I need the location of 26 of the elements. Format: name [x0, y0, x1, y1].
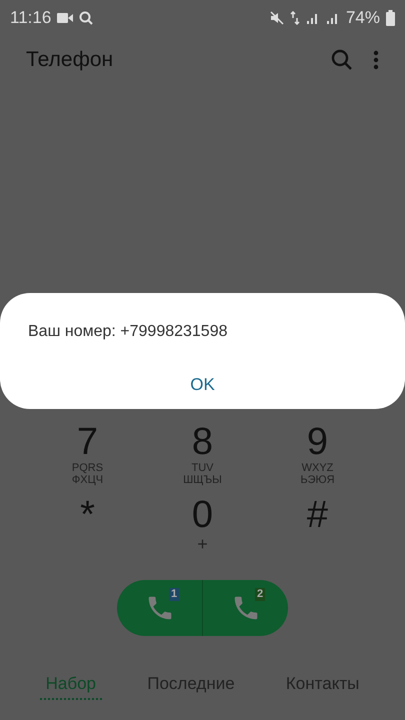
- ok-button[interactable]: OK: [178, 371, 227, 399]
- key-digit[interactable]: 9: [306, 422, 328, 462]
- status-time: 11:16: [10, 8, 52, 28]
- key-digit[interactable]: 8: [192, 422, 214, 462]
- data-arrows-icon: [290, 11, 300, 25]
- video-camera-icon: [57, 12, 74, 24]
- app-title: Телефон: [26, 48, 114, 72]
- search-icon[interactable]: [331, 49, 353, 71]
- key-digit[interactable]: *: [80, 495, 95, 535]
- key-sub-label: +: [197, 535, 208, 553]
- battery-icon: [386, 10, 395, 26]
- key-digit[interactable]: 0: [192, 495, 214, 535]
- dialog-message: Ваш номер: +79998231598: [28, 323, 228, 341]
- key-digit[interactable]: 7: [76, 422, 98, 462]
- sim-badge: 1: [169, 588, 180, 601]
- signal-icon: [306, 11, 320, 25]
- mute-icon: [270, 11, 284, 25]
- more-options-icon[interactable]: [373, 50, 379, 70]
- battery-percent: 74%: [346, 8, 380, 28]
- call-button[interactable]: 2: [202, 580, 288, 636]
- tab[interactable]: Набор: [40, 670, 102, 700]
- sim-badge: 2: [255, 588, 266, 601]
- key-digit[interactable]: #: [306, 495, 328, 535]
- signal-icon: [326, 11, 340, 25]
- call-button[interactable]: 1: [117, 580, 202, 636]
- search-icon: [79, 11, 94, 25]
